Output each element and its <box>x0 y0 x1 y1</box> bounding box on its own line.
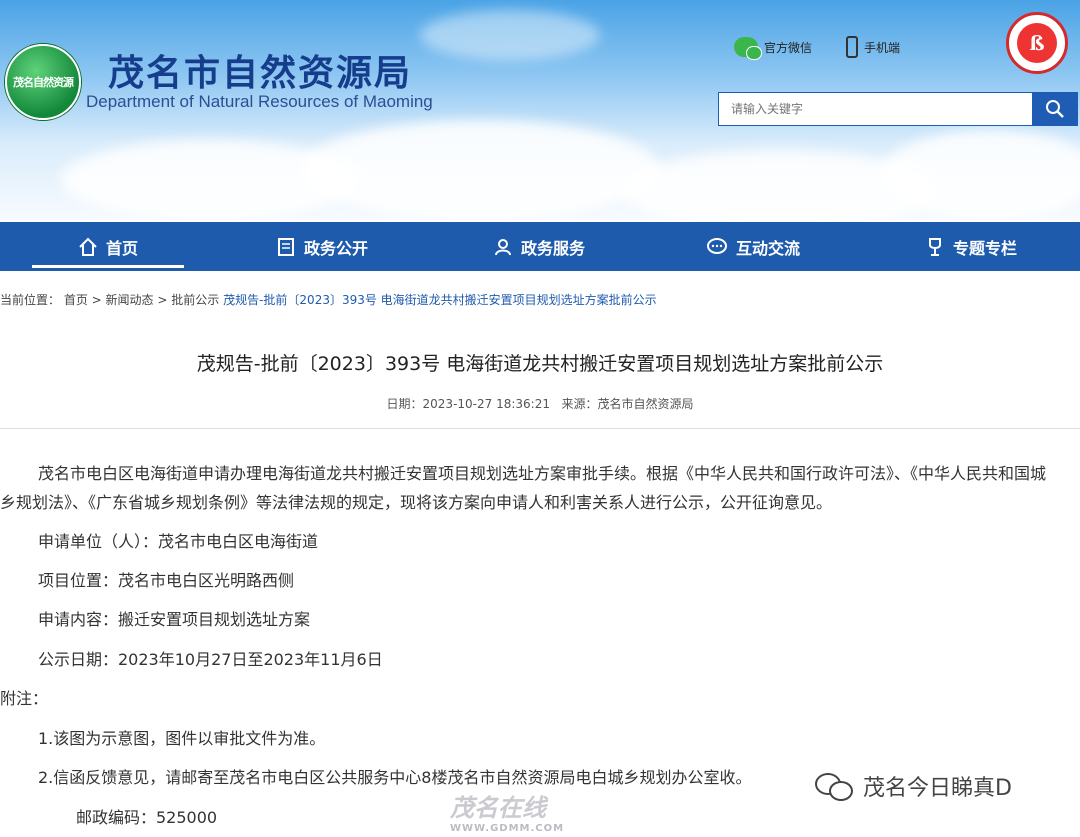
site-title: 茂名市自然资源局 <box>108 53 413 94</box>
nav-label: 专题专栏 <box>953 238 1018 258</box>
nav-label: 首页 <box>106 238 139 258</box>
nav-label: 政务公开 <box>304 238 369 258</box>
note-heading: 附注： <box>0 689 49 708</box>
article-meta: 日期：2023-10-27 18:36:21 来源：茂名市自然资源局 <box>0 395 1080 412</box>
article-title: 茂规告-批前〔2023〕393号 电海街道龙共村搬迁安置项目规划选址方案批前公示 <box>196 353 884 375</box>
nav-label: 政务服务 <box>521 238 586 258</box>
search-input[interactable] <box>718 92 1032 126</box>
site-subtitle: Department of Natural Resources of Maomi… <box>86 92 433 111</box>
location-line: 项目位置：茂名市电白区光明路西侧 <box>38 571 295 590</box>
account-name: 茂名今日睇真D <box>863 776 1012 801</box>
breadcrumb: 当前位置： 首页 > 新闻动态 > 批前公示 茂规告-批前〔2023〕393号 … <box>0 293 657 307</box>
phone-icon <box>845 36 858 58</box>
note-item: 2.信函反馈意见，请邮寄至茂名市电白区公共服务中心8楼茂名市自然资源局电白城乡规… <box>38 768 752 787</box>
home-icon <box>79 237 97 256</box>
site-watermark: 茂名在线 WWW.GDMM.COM <box>450 788 564 834</box>
content-line: 申请内容：搬迁安置项目规划选址方案 <box>38 610 311 629</box>
breadcrumb-news[interactable]: 新闻动态 <box>106 293 154 307</box>
nav-label: 互动交流 <box>736 238 801 258</box>
seal-emblem: ß <box>1017 23 1057 63</box>
note-item: 1.该图为示意图，图件以审批文件为准。 <box>38 729 326 748</box>
mobile-label: 手机端 <box>863 40 900 55</box>
postcode-line: 邮政编码：525000 <box>76 808 218 827</box>
search-button[interactable] <box>1032 92 1078 126</box>
user-service-icon <box>495 238 511 255</box>
document-icon <box>278 237 294 256</box>
wechat-icon <box>733 37 762 60</box>
site-logo[interactable]: 茂名自然资源 <box>5 44 81 120</box>
mobile-link[interactable]: 手机端 <box>845 36 900 58</box>
breadcrumb-current[interactable]: 茂规告-批前〔2023〕393号 电海街道龙共村搬迁安置项目规划选址方案批前公示 <box>223 293 657 307</box>
wechat-icon <box>815 771 855 801</box>
page-header: 茂名自然资源 茂名市自然资源局 Department of Natural Re… <box>0 0 1080 220</box>
active-nav-indicator <box>32 265 184 268</box>
city-seal-logo[interactable]: ß <box>1006 12 1068 74</box>
top-links: 官方微信 手机端 <box>733 36 900 60</box>
watermark-text: 茂名在线 <box>450 794 546 822</box>
applicant-line: 申请单位（人）：茂名市电白区电海街道 <box>38 532 319 551</box>
search-icon <box>1046 100 1064 118</box>
article-source: 茂名市自然资源局 <box>597 397 694 411</box>
wechat-link[interactable]: 官方微信 <box>733 36 812 60</box>
logo-text: 茂名自然资源 <box>13 76 74 89</box>
nav-item-home[interactable]: 首页 <box>78 222 138 271</box>
publish-date: 2023-10-27 18:36:21 <box>422 397 550 411</box>
account-watermark: 茂名今日睇真D <box>815 770 1012 802</box>
breadcrumb-prepublic[interactable]: 批前公示 <box>171 293 219 307</box>
chat-icon <box>707 237 727 254</box>
watermark-url: WWW.GDMM.COM <box>450 823 565 834</box>
nav-item-gov-services[interactable]: 政务服务 <box>493 222 585 271</box>
nav-item-special-topics[interactable]: 专题专栏 <box>925 222 1017 271</box>
period-line: 公示日期：2023年10月27日至2023年11月6日 <box>38 650 383 669</box>
search-bar <box>718 92 1078 126</box>
date-label: 日期： <box>386 397 423 411</box>
source-label: 来源： <box>561 397 598 411</box>
main-nav: 首页 政务公开 政务服务 互动交流 专题专栏 <box>0 222 1080 271</box>
breadcrumb-home[interactable]: 首页 <box>64 293 88 307</box>
breadcrumb-prefix: 当前位置： <box>0 293 61 307</box>
paragraph-line: 乡规划法》、《广东省城乡规划条例》等法律法规的规定，现将该方案向申请人和利害关系… <box>0 493 833 512</box>
wechat-label: 官方微信 <box>763 40 812 55</box>
nav-item-gov-affairs[interactable]: 政务公开 <box>276 222 368 271</box>
divider <box>0 428 1080 429</box>
nav-item-interaction[interactable]: 互动交流 <box>706 222 800 271</box>
paragraph-line: 茂名市电白区电海街道申请办理电海街道龙共村搬迁安置项目规划选址方案审批手续。根据… <box>38 464 1047 483</box>
trophy-icon <box>929 237 941 256</box>
